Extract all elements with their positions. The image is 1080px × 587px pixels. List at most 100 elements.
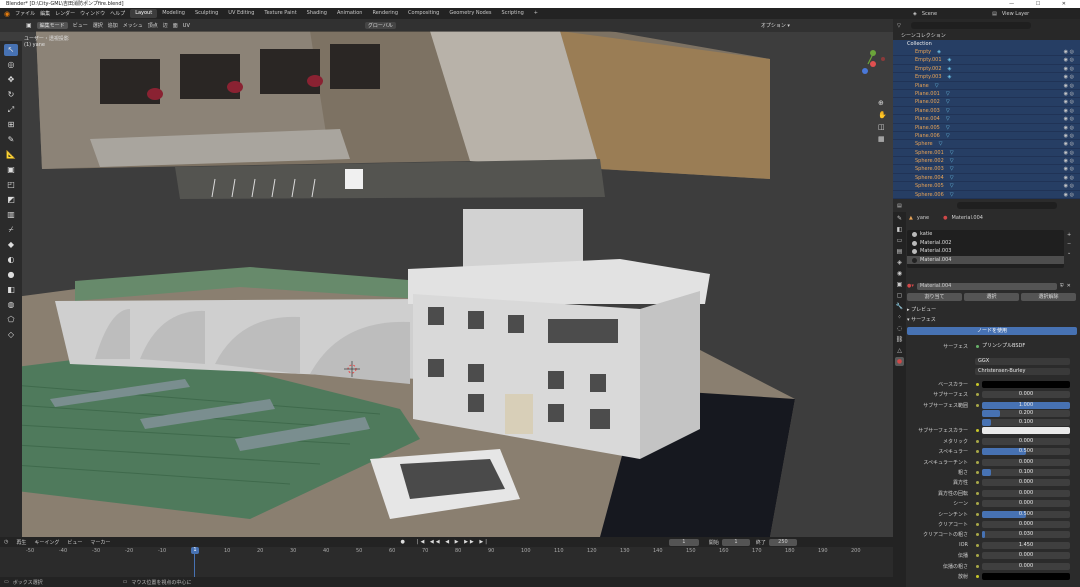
mesh-data-icon[interactable]: ▽: [946, 116, 950, 122]
transform-orientation-select[interactable]: グローバル: [364, 22, 396, 29]
mesh-data-icon[interactable]: ▽: [946, 125, 950, 131]
visibility-eye-icon[interactable]: ◉ ◎: [1064, 48, 1074, 56]
tab-scripting[interactable]: Scripting: [497, 9, 529, 18]
outliner-item[interactable]: Sphere.006 ▽ ◉ ◎: [893, 190, 1080, 200]
rotate-tool-icon[interactable]: ↻: [4, 89, 18, 101]
mesh-data-icon[interactable]: ▽: [950, 150, 954, 156]
end-frame-field[interactable]: 250: [768, 538, 797, 546]
surface-section-header[interactable]: ▾ サーフェス: [907, 316, 936, 323]
scene-tab-icon[interactable]: ◈: [895, 258, 904, 267]
visibility-eye-icon[interactable]: ◉ ◎: [1064, 65, 1074, 73]
mesh-data-icon[interactable]: ▽: [946, 91, 950, 97]
grid-icon[interactable]: ▦: [878, 135, 888, 147]
edge-slide-tool-icon[interactable]: ◧: [4, 284, 18, 296]
properties-search-field[interactable]: [956, 202, 1057, 209]
visibility-eye-icon[interactable]: ◉ ◎: [1064, 149, 1074, 157]
outliner-item[interactable]: Plane ▽ ◉ ◎: [893, 81, 1080, 90]
param-field[interactable]: 0.000: [982, 479, 1070, 487]
outliner-item[interactable]: Sphere.003 ▽ ◉ ◎: [893, 165, 1080, 174]
extrude-tool-icon[interactable]: ▣: [4, 164, 18, 176]
tab-rendering[interactable]: Rendering: [367, 9, 403, 18]
timeline-menu-playback[interactable]: 再生: [16, 539, 26, 546]
material-name-field[interactable]: Material.004: [916, 282, 1057, 290]
view-layer-icon[interactable]: ▤: [992, 11, 997, 17]
tab-uv-editing[interactable]: UV Editing: [223, 9, 259, 18]
empty-data-icon[interactable]: ◈: [948, 57, 952, 63]
mesh-data-icon[interactable]: ▽: [946, 133, 950, 139]
visibility-eye-icon[interactable]: ◉ ◎: [1064, 73, 1074, 81]
deselect-button[interactable]: 選択解除: [1021, 293, 1076, 301]
mesh-data-icon[interactable]: ▽: [939, 141, 943, 147]
timeline-menu-view[interactable]: ビュー: [67, 539, 82, 546]
tab-layout[interactable]: Layout: [130, 9, 158, 18]
mesh-data-icon[interactable]: ▽: [946, 108, 950, 114]
camera-view-icon[interactable]: ◫: [878, 123, 888, 135]
param-field[interactable]: 0.500: [982, 448, 1070, 456]
visibility-eye-icon[interactable]: ◉ ◎: [1064, 140, 1074, 148]
param-field[interactable]: 0.000: [982, 562, 1070, 570]
visibility-eye-icon[interactable]: ◉ ◎: [1064, 174, 1074, 182]
mesh-data-icon[interactable]: ▽: [950, 192, 954, 198]
menu-render[interactable]: レンダー: [55, 10, 75, 17]
record-icon[interactable]: ●: [400, 539, 404, 545]
outliner-item[interactable]: Empty.002 ◈ ◉ ◎: [893, 64, 1080, 74]
param-field[interactable]: 1.000: [982, 401, 1070, 409]
tab-geometry-nodes[interactable]: Geometry Nodes: [444, 9, 496, 18]
distribution-select[interactable]: GGX: [975, 358, 1070, 365]
options-dropdown[interactable]: オプション ▾: [761, 22, 790, 29]
param-field[interactable]: 0.000: [982, 500, 1070, 508]
param-field[interactable]: 0.100: [982, 418, 1070, 426]
use-nodes-button[interactable]: ノードを使用: [907, 327, 1077, 335]
3d-viewport[interactable]: ▣ 編集モード ビュー 選択 追加 メッシュ 頂点 辺 面 UV グローバル オ…: [0, 19, 893, 537]
material-tab-icon[interactable]: ●: [895, 357, 904, 366]
properties-editor-icon[interactable]: ▤: [897, 203, 902, 209]
menu-uv[interactable]: UV: [183, 23, 190, 29]
visibility-eye-icon[interactable]: ◉ ◎: [1064, 90, 1074, 98]
unlink-icon[interactable]: ✕: [1067, 283, 1071, 289]
tab-compositing[interactable]: Compositing: [403, 9, 444, 18]
spin-tool-icon[interactable]: ◐: [4, 254, 18, 266]
visibility-eye-icon[interactable]: ◉ ◎: [1064, 191, 1074, 199]
select-button[interactable]: 選択: [964, 293, 1019, 301]
timeline-ruler[interactable]: -50-40-30-20-100102030405060708090100110…: [0, 547, 893, 555]
playhead-frame-badge[interactable]: 1: [191, 547, 199, 554]
mesh-data-icon[interactable]: ▽: [950, 175, 954, 181]
outliner-item[interactable]: Plane.005 ▽ ◉ ◎: [893, 123, 1080, 132]
param-field[interactable]: 0.000: [982, 391, 1070, 399]
view-layer-name[interactable]: View Layer: [1002, 11, 1029, 17]
param-field[interactable]: [982, 572, 1070, 580]
filter-icon[interactable]: ▽: [897, 23, 901, 29]
fake-user-icon[interactable]: ⛨: [1060, 283, 1064, 289]
navigation-gizmo[interactable]: [856, 47, 890, 91]
timeline-editor-icon[interactable]: ◷: [4, 539, 8, 545]
object-tab-icon[interactable]: ▢: [895, 291, 904, 300]
menu-mesh[interactable]: メッシュ: [123, 22, 143, 29]
blender-logo-icon[interactable]: ◉: [4, 10, 10, 18]
material-slot-list[interactable]: katie Material.002 Material.003 Material…: [907, 230, 1064, 268]
collection-tab-icon[interactable]: ▣: [895, 280, 904, 289]
start-frame-field[interactable]: 1: [721, 538, 750, 546]
param-field[interactable]: [982, 381, 1070, 388]
add-slot-icon[interactable]: +: [1067, 232, 1077, 241]
tab-shading[interactable]: Shading: [302, 9, 332, 18]
scene-name[interactable]: Scene: [922, 11, 937, 17]
mesh-data-icon[interactable]: ▽: [950, 158, 954, 164]
visibility-eye-icon[interactable]: ◉ ◎: [1064, 182, 1074, 190]
inset-tool-icon[interactable]: ◰: [4, 179, 18, 191]
pan-hand-icon[interactable]: ✋: [878, 111, 888, 123]
tab-modeling[interactable]: Modeling: [157, 9, 190, 18]
annotate-tool-icon[interactable]: ✎: [4, 134, 18, 146]
shear-tool-icon[interactable]: ⬠: [4, 314, 18, 326]
param-field[interactable]: 0.030: [982, 531, 1070, 539]
outliner-item[interactable]: Sphere.004 ▽ ◉ ◎: [893, 173, 1080, 183]
preview-section-header[interactable]: ▸ プレビュー: [907, 306, 936, 313]
menu-vertex[interactable]: 頂点: [148, 22, 158, 29]
transform-tool-icon[interactable]: ⊞: [4, 119, 18, 131]
tool-tab-icon[interactable]: ✎: [895, 214, 904, 223]
tab-sculpting[interactable]: Sculpting: [190, 9, 223, 18]
menu-select[interactable]: 選択: [93, 22, 103, 29]
outliner-collection-row[interactable]: Collection: [893, 40, 1080, 48]
mode-select[interactable]: 編集モード: [36, 22, 68, 29]
param-field[interactable]: 0.000: [982, 520, 1070, 528]
current-frame-field[interactable]: 1: [668, 538, 699, 546]
